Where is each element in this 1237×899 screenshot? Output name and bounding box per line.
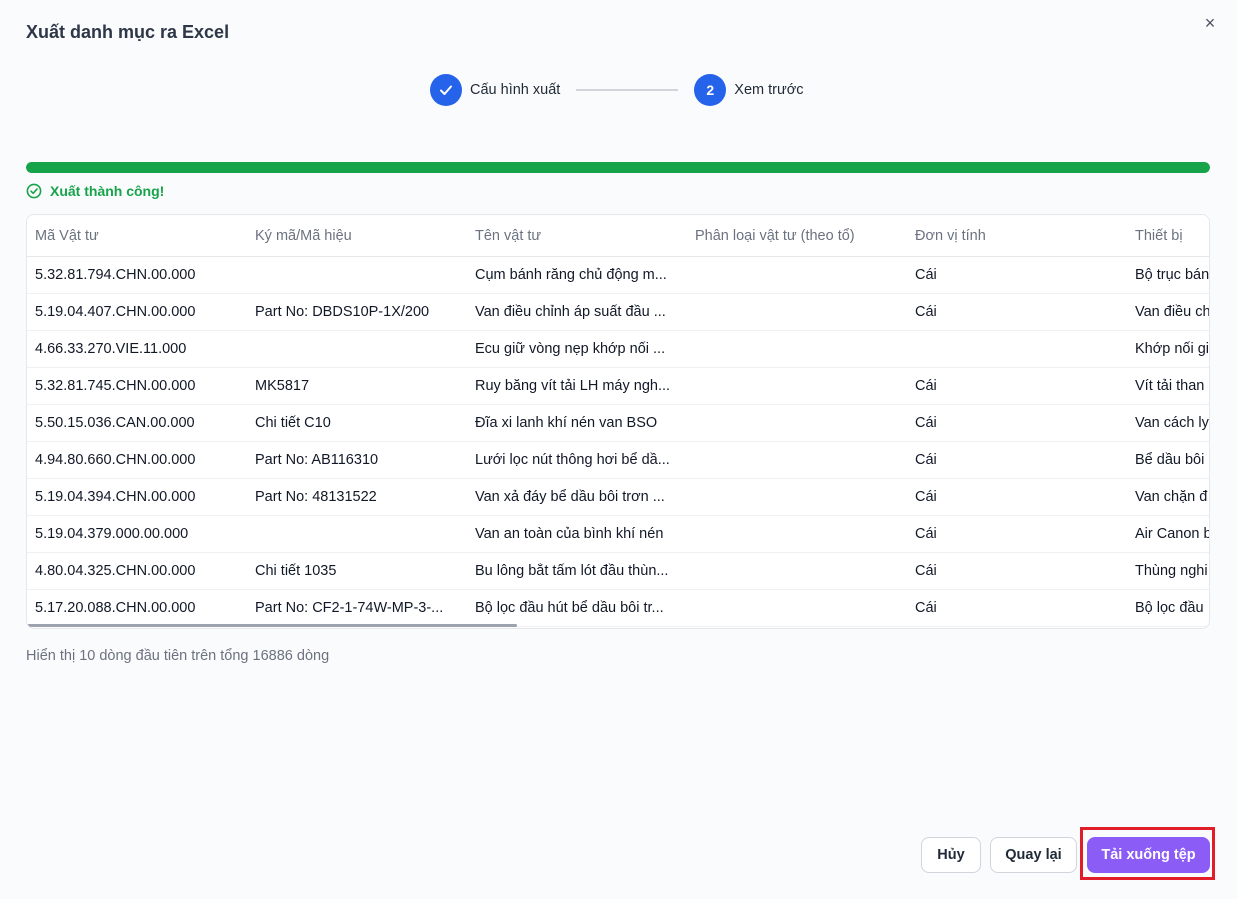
check-circle-icon bbox=[26, 183, 42, 199]
column-header: Phân loại vật tư (theo tổ) bbox=[695, 227, 855, 244]
dialog-title: Xuất danh mục ra Excel bbox=[26, 22, 230, 42]
table-cell: Cái bbox=[915, 267, 937, 283]
row-count-note: Hiển thị 10 dòng đầu tiên trên tổng 1688… bbox=[26, 648, 330, 664]
table-cell: Air Canon b bbox=[1135, 526, 1210, 542]
table-cell: Part No: DBDS10P-1X/200 bbox=[255, 304, 430, 320]
table-row: 5.32.81.794.CHN.00.000 Cụm bánh răng chủ … bbox=[27, 257, 1209, 294]
check-icon bbox=[440, 85, 452, 95]
table-cell: Cái bbox=[915, 563, 937, 579]
horizontal-scrollbar[interactable] bbox=[27, 624, 517, 627]
step-1-circle bbox=[430, 74, 462, 106]
table-row: 4.80.04.325.CHN.00.000 Chi tiết 1035 Bu lô… bbox=[27, 553, 1209, 590]
table-cell: Lưới lọc nút thông hơi bể dầ... bbox=[475, 452, 670, 468]
table-cell: Cái bbox=[915, 378, 937, 394]
table-row: 5.19.04.394.CHN.00.000 Part No: 48131522 V… bbox=[27, 479, 1209, 516]
close-icon: × bbox=[1204, 13, 1216, 33]
table-cell: Part No: CF2-1-74W-MP-3-... bbox=[255, 600, 444, 616]
close-button[interactable]: × bbox=[1201, 14, 1219, 32]
table-cell: Cái bbox=[915, 452, 937, 468]
table-cell: 5.19.04.394.CHN.00.000 bbox=[35, 489, 196, 505]
table-cell: Van chặn đ bbox=[1135, 489, 1208, 505]
table-cell: 4.66.33.270.VIE.11.000 bbox=[35, 341, 187, 357]
table-cell: Đĩa xi lanh khí nén van BSO bbox=[475, 415, 658, 431]
step-2-label: Xem trước bbox=[734, 82, 804, 98]
table-cell: Cái bbox=[915, 600, 937, 616]
step-connector bbox=[576, 89, 679, 91]
column-header: Mã Vật tư bbox=[35, 227, 99, 244]
table-row: 5.32.81.745.CHN.00.000 MK5817 Ruy băng vít… bbox=[27, 368, 1209, 405]
table-cell: Cái bbox=[915, 489, 937, 505]
table-cell: Ruy băng vít tải LH máy ngh... bbox=[475, 378, 671, 394]
table-cell: Ecu giữ vòng nẹp khớp nối ... bbox=[475, 341, 666, 357]
column-header: Đơn vị tính bbox=[915, 227, 986, 244]
export-progress-fill bbox=[26, 162, 1210, 173]
table-cell: 5.17.20.088.CHN.00.000 bbox=[35, 600, 196, 616]
table-cell: Bộ lọc đầu bbox=[1135, 600, 1204, 616]
table-cell: 4.80.04.325.CHN.00.000 bbox=[35, 563, 196, 579]
table-cell: Cái bbox=[915, 415, 937, 431]
table-cell: Chi tiết C10 bbox=[255, 415, 331, 431]
table-cell: Van an toàn của bình khí nén bbox=[475, 526, 664, 542]
table-cell: MK5817 bbox=[255, 378, 310, 394]
table-cell: 5.19.04.407.CHN.00.000 bbox=[35, 304, 196, 320]
table-cell: 5.32.81.745.CHN.00.000 bbox=[35, 378, 196, 394]
download-file-button[interactable]: Tải xuống tệp bbox=[1087, 837, 1210, 873]
table-cell: Van điều ch bbox=[1135, 304, 1210, 320]
column-header: Ký mã/Mã hiệu bbox=[255, 227, 352, 244]
table-cell: Chi tiết 1035 bbox=[255, 563, 337, 579]
preview-table: Mã Vật tư Ký mã/Mã hiệu Tên vật tư Phân … bbox=[26, 214, 1210, 629]
table-row: 5.19.04.407.CHN.00.000 Part No: DBDS10P-1… bbox=[27, 294, 1209, 331]
table-cell: Vít tải than bbox=[1135, 378, 1205, 394]
table-cell: Cái bbox=[915, 304, 937, 320]
column-header: Thiết bị bbox=[1135, 227, 1183, 244]
table-cell: Van điều chỉnh áp suất đầu ... bbox=[475, 304, 666, 320]
table-cell: Cái bbox=[915, 526, 937, 542]
export-status-text: Xuất thành công! bbox=[50, 183, 165, 199]
step-1-label: Cấu hình xuất bbox=[470, 82, 561, 98]
step-2-circle: 2 bbox=[694, 74, 727, 106]
table-header: Mã Vật tư Ký mã/Mã hiệu Tên vật tư Phân … bbox=[27, 215, 1209, 257]
table-cell: Bu lông bắt tấm lót đầu thùn... bbox=[475, 563, 669, 579]
table-cell: Bộ trục bán bbox=[1135, 267, 1210, 283]
table-cell: Cụm bánh răng chủ động m... bbox=[475, 267, 667, 283]
table-cell: Bộ lọc đầu hút bể dầu bôi tr... bbox=[475, 600, 664, 616]
back-button[interactable]: Quay lại bbox=[990, 837, 1077, 873]
table-cell: Van cách ly bbox=[1135, 415, 1209, 431]
table-row: 5.19.04.379.000.00.000 Van an toàn của bì… bbox=[27, 516, 1209, 553]
table-cell: Van xả đáy bể dầu bôi trơn ... bbox=[475, 489, 665, 505]
column-header: Tên vật tư bbox=[475, 227, 542, 244]
table-row: 5.50.15.036.CAN.00.000 Chi tiết C10 Đĩa xi… bbox=[27, 405, 1209, 442]
table-cell: 5.50.15.036.CAN.00.000 bbox=[35, 415, 195, 431]
table-cell: 5.19.04.379.000.00.000 bbox=[35, 526, 189, 542]
table-cell: Part No: AB116310 bbox=[255, 452, 379, 468]
table-row: 5.17.20.088.CHN.00.000 Part No: CF2-1-74W… bbox=[27, 590, 1209, 627]
table-row: 4.66.33.270.VIE.11.000 Ecu giữ vòng nẹp k… bbox=[27, 331, 1209, 368]
table-cell: 4.94.80.660.CHN.00.000 bbox=[35, 452, 196, 468]
export-progress-bar bbox=[26, 162, 1210, 173]
table-cell: Bể dầu bôi bbox=[1135, 452, 1205, 468]
table-body: 5.32.81.794.CHN.00.000 Cụm bánh răng chủ … bbox=[27, 257, 1209, 627]
cancel-button[interactable]: Hủy bbox=[921, 837, 981, 873]
table-cell: Thùng nghi bbox=[1135, 563, 1208, 579]
table-cell: Part No: 48131522 bbox=[255, 489, 377, 505]
stepper: Cấu hình xuất 2 Xem trước bbox=[430, 74, 803, 106]
export-status: Xuất thành công! bbox=[26, 182, 164, 200]
export-dialog: Xuất danh mục ra Excel × Cấu hình xuất 2… bbox=[0, 0, 1237, 899]
table-cell: Khớp nối gi bbox=[1135, 341, 1210, 357]
table-row: 4.94.80.660.CHN.00.000 Part No: AB116310 L… bbox=[27, 442, 1209, 479]
table-cell: 5.32.81.794.CHN.00.000 bbox=[35, 267, 196, 283]
